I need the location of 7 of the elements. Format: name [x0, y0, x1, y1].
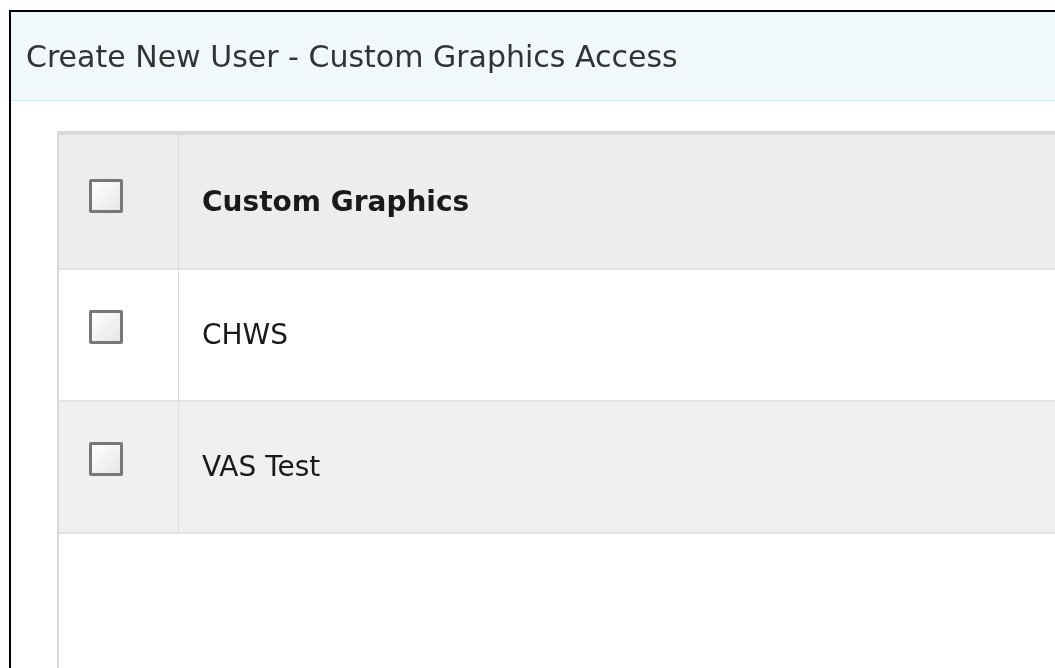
column-header: Custom Graphics: [202, 183, 470, 220]
table-cell-text: CHWS: [202, 317, 289, 353]
checkbox[interactable]: [89, 310, 123, 344]
checkbox[interactable]: [89, 179, 123, 213]
table-cell-text: VAS Test: [202, 449, 321, 485]
panel-title: Create New User - Custom Graphics Access: [26, 37, 678, 76]
checkbox[interactable]: [89, 442, 123, 476]
